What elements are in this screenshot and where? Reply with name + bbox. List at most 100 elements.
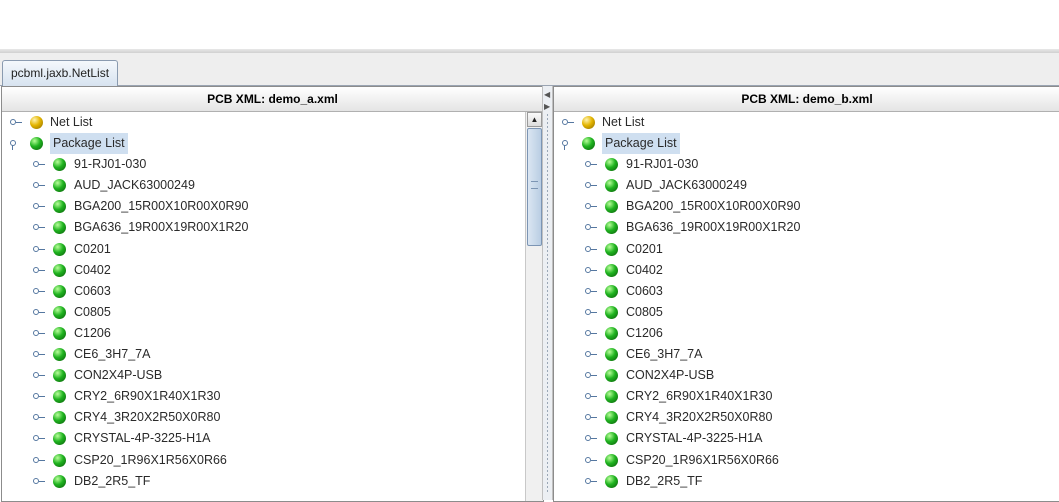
tree-row-package-list[interactable]: Package List xyxy=(554,133,1059,155)
tree-row-package[interactable]: CRY2_6R90X1R40X1R30 xyxy=(2,386,543,407)
right-tree[interactable]: Net List Package List 91-RJ01-030 AUD_JAC… xyxy=(554,112,1059,492)
tree-row-package[interactable]: AUD_JACK63000249 xyxy=(2,175,543,196)
tree-row-package[interactable]: CON2X4P-USB xyxy=(2,365,543,386)
package-label: C0805 xyxy=(626,304,663,319)
collapsed-handle-icon[interactable] xyxy=(585,392,597,401)
collapsed-handle-icon[interactable] xyxy=(585,202,597,211)
collapsed-handle-icon[interactable] xyxy=(33,371,45,380)
collapsed-handle-icon[interactable] xyxy=(33,266,45,275)
collapse-left-arrow-icon[interactable]: ◀ xyxy=(544,90,550,99)
collapsed-handle-icon[interactable] xyxy=(33,350,45,359)
tab-netlist[interactable]: pcbml.jaxb.NetList xyxy=(2,60,119,86)
collapsed-handle-icon[interactable] xyxy=(33,181,45,190)
package-label: AUD_JACK63000249 xyxy=(74,178,195,193)
collapsed-handle-icon[interactable] xyxy=(585,329,597,338)
left-vertical-scrollbar[interactable]: ▲ xyxy=(525,112,543,501)
tree-row-package[interactable]: C1206 xyxy=(554,323,1059,344)
tree-row-package[interactable]: BGA200_15R00X10R00X0R90 xyxy=(554,196,1059,217)
collapsed-handle-icon[interactable] xyxy=(10,118,22,127)
tree-row-package[interactable]: CSP20_1R96X1R56X0R66 xyxy=(554,450,1059,471)
green-ball-icon xyxy=(53,200,66,214)
collapsed-handle-icon[interactable] xyxy=(562,118,574,127)
collapsed-handle-icon[interactable] xyxy=(585,181,597,190)
tree-row-package[interactable]: CSP20_1R96X1R56X0R66 xyxy=(2,450,543,471)
tree-row-package[interactable]: C1206 xyxy=(2,323,543,344)
tree-row-package[interactable]: CRY4_3R20X2R50X0R80 xyxy=(2,407,543,428)
collapsed-handle-icon[interactable] xyxy=(33,223,45,232)
package-label: CRY4_3R20X2R50X0R80 xyxy=(626,410,773,425)
collapsed-handle-icon[interactable] xyxy=(33,392,45,401)
scroll-up-arrow-icon[interactable]: ▲ xyxy=(527,112,542,127)
package-label: 91-RJ01-030 xyxy=(626,157,699,172)
package-label: CON2X4P-USB xyxy=(626,368,715,383)
tree-row-package[interactable]: BGA200_15R00X10R00X0R90 xyxy=(2,196,543,217)
green-ball-icon xyxy=(53,432,66,446)
tree-row-package[interactable]: CON2X4P-USB xyxy=(554,365,1059,386)
collapsed-handle-icon[interactable] xyxy=(33,329,45,338)
tree-row-package[interactable]: CE6_3H7_7A xyxy=(2,344,543,365)
collapsed-handle-icon[interactable] xyxy=(585,245,597,254)
tree-row-package[interactable]: C0201 xyxy=(2,239,543,260)
collapsed-handle-icon[interactable] xyxy=(585,456,597,465)
tree-row-package[interactable]: DB2_2R5_TF xyxy=(554,471,1059,492)
collapsed-handle-icon[interactable] xyxy=(585,434,597,443)
collapsed-handle-icon[interactable] xyxy=(33,413,45,422)
tree-row-package-list[interactable]: Package List xyxy=(2,133,543,155)
collapsed-handle-icon[interactable] xyxy=(585,350,597,359)
green-ball-icon xyxy=(605,158,618,172)
collapsed-handle-icon[interactable] xyxy=(585,371,597,380)
tree-row-package[interactable]: C0603 xyxy=(2,281,543,302)
collapsed-handle-icon[interactable] xyxy=(33,477,45,486)
package-label: 91-RJ01-030 xyxy=(74,157,147,172)
tree-label: Net List xyxy=(50,115,93,129)
package-label: C0603 xyxy=(74,283,111,298)
collapsed-handle-icon[interactable] xyxy=(33,245,45,254)
tree-row-package[interactable]: DB2_2R5_TF xyxy=(2,471,543,492)
tree-row-net-list[interactable]: Net List xyxy=(2,112,543,133)
collapsed-handle-icon[interactable] xyxy=(585,308,597,317)
scroll-thumb[interactable] xyxy=(527,128,542,246)
tree-row-package[interactable]: C0603 xyxy=(554,281,1059,302)
tree-row-package[interactable]: CE6_3H7_7A xyxy=(554,344,1059,365)
gold-ball-icon xyxy=(30,116,43,129)
collapse-right-arrow-icon[interactable]: ▶ xyxy=(544,102,550,111)
collapsed-handle-icon[interactable] xyxy=(585,287,597,296)
tree-row-package[interactable]: 91-RJ01-030 xyxy=(554,154,1059,175)
tree-row-package[interactable]: C0805 xyxy=(554,302,1059,323)
collapsed-handle-icon[interactable] xyxy=(33,287,45,296)
expanded-handle-icon[interactable] xyxy=(562,139,572,151)
tree-row-package[interactable]: C0402 xyxy=(2,260,543,281)
tree-row-package[interactable]: CRY4_3R20X2R50X0R80 xyxy=(554,407,1059,428)
collapsed-handle-icon[interactable] xyxy=(585,266,597,275)
split-pane-divider[interactable]: ◀ ▶ xyxy=(542,86,553,500)
tree-row-package[interactable]: AUD_JACK63000249 xyxy=(554,175,1059,196)
green-ball-icon xyxy=(605,348,618,362)
collapsed-handle-icon[interactable] xyxy=(33,160,45,169)
tree-row-package[interactable]: CRY2_6R90X1R40X1R30 xyxy=(554,386,1059,407)
tree-row-package[interactable]: C0201 xyxy=(554,239,1059,260)
tree-row-net-list[interactable]: Net List xyxy=(554,112,1059,133)
tree-row-package[interactable]: BGA636_19R00X19R00X1R20 xyxy=(554,217,1059,238)
expanded-handle-icon[interactable] xyxy=(10,139,20,151)
package-label: AUD_JACK63000249 xyxy=(626,178,747,193)
package-label: BGA200_15R00X10R00X0R90 xyxy=(626,199,801,214)
green-ball-icon xyxy=(53,411,66,425)
left-tree[interactable]: Net List Package List 91-RJ01-030 AUD_JAC… xyxy=(2,112,543,492)
collapsed-handle-icon[interactable] xyxy=(33,456,45,465)
tree-row-package[interactable]: C0805 xyxy=(2,302,543,323)
tree-row-package[interactable]: C0402 xyxy=(554,260,1059,281)
collapsed-handle-icon[interactable] xyxy=(585,413,597,422)
collapsed-handle-icon[interactable] xyxy=(585,223,597,232)
green-ball-icon xyxy=(53,284,66,298)
collapsed-handle-icon[interactable] xyxy=(33,308,45,317)
tree-row-package[interactable]: BGA636_19R00X19R00X1R20 xyxy=(2,217,543,238)
tree-row-package[interactable]: 91-RJ01-030 xyxy=(2,154,543,175)
tree-row-package[interactable]: CRYSTAL-4P-3225-H1A xyxy=(2,428,543,449)
collapsed-handle-icon[interactable] xyxy=(33,202,45,211)
collapsed-handle-icon[interactable] xyxy=(585,477,597,486)
green-ball-icon xyxy=(605,411,618,425)
tree-row-package[interactable]: CRYSTAL-4P-3225-H1A xyxy=(554,428,1059,449)
collapsed-handle-icon[interactable] xyxy=(33,434,45,443)
collapsed-handle-icon[interactable] xyxy=(585,160,597,169)
green-ball-icon xyxy=(53,326,66,340)
